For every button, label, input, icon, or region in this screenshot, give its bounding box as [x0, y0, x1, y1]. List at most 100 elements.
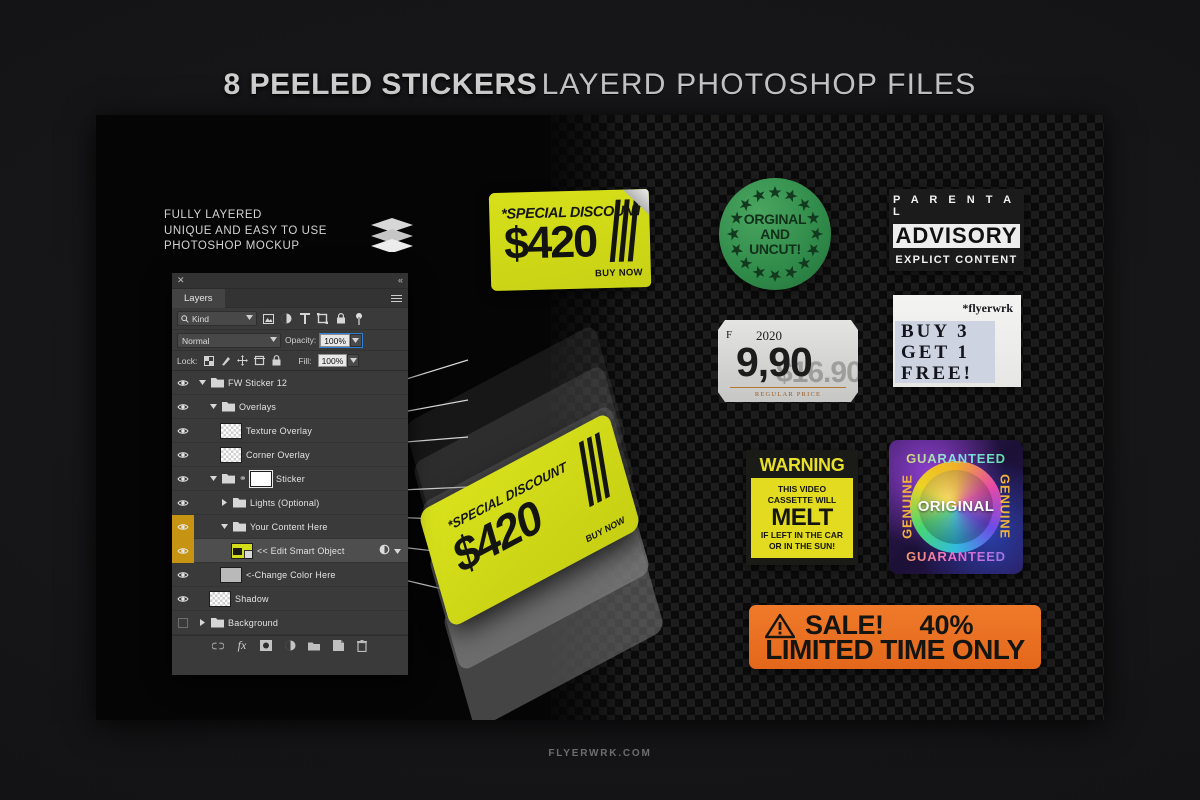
blend-mode-dropdown[interactable]: Normal	[177, 332, 281, 348]
page-title-light: LAYERD PHOTOSHOP FILES	[541, 68, 977, 101]
layer-mask-icon[interactable]	[260, 640, 272, 652]
chevron-down-icon[interactable]	[198, 380, 207, 385]
layer-row-body[interactable]: Overlays	[194, 395, 408, 419]
tab-layers[interactable]: Layers	[172, 289, 225, 308]
layer-row[interactable]: Overlays	[172, 395, 408, 419]
layer-row-body[interactable]: << Edit Smart Object	[194, 539, 408, 563]
layer-visibility-eye-icon[interactable]	[172, 587, 194, 611]
layer-visibility-eye-icon[interactable]	[172, 395, 194, 419]
lock-transparent-icon[interactable]	[203, 355, 214, 366]
link-layers-icon[interactable]	[212, 640, 224, 652]
discount-bars	[609, 199, 639, 262]
layer-row-body[interactable]: Shadow	[194, 587, 408, 611]
chevron-down-icon[interactable]	[209, 476, 218, 481]
layer-row[interactable]: << Edit Smart Object	[172, 538, 408, 563]
layer-mask-thumbnail[interactable]	[249, 469, 273, 488]
close-icon[interactable]: ✕	[177, 276, 185, 285]
chevron-down-icon[interactable]	[220, 524, 229, 529]
layer-name: Texture Overlay	[246, 425, 313, 436]
fill-chevron-icon[interactable]	[347, 354, 360, 367]
page-title: 8 PEELED STICKERS LAYERD PHOTOSHOP FILES	[0, 68, 1200, 102]
panel-menu-icon[interactable]	[391, 295, 402, 304]
warning-line-4: OR IN THE SUN!	[768, 540, 836, 551]
layer-visibility-off-icon[interactable]	[172, 611, 194, 635]
adjustment-layer-icon[interactable]	[284, 640, 296, 652]
layer-row[interactable]: ⚭ Sticker	[172, 467, 408, 491]
lock-position-icon[interactable]	[237, 355, 249, 366]
layer-row[interactable]: Corner Overlay	[172, 443, 408, 467]
chevron-right-icon[interactable]	[220, 499, 229, 506]
layer-row-body[interactable]: <-Change Color Here	[194, 563, 408, 587]
warning-line-3: IF LEFT IN THE CAR	[760, 530, 844, 540]
layer-row-body[interactable]: Texture Overlay	[194, 419, 408, 443]
adjustment-layer-icon[interactable]	[280, 312, 293, 325]
info-line-3: PHOTOSHOP MOCKUP	[164, 240, 300, 252]
fill-value[interactable]: 100%	[317, 354, 348, 367]
layer-visibility-eye-icon[interactable]	[172, 419, 194, 443]
layer-row[interactable]: <-Change Color Here	[172, 563, 408, 587]
lock-artboard-icon[interactable]	[254, 355, 266, 366]
layer-row[interactable]: Texture Overlay	[172, 419, 408, 443]
opacity-label: Opacity:	[285, 335, 317, 345]
layer-visibility-eye-icon[interactable]	[172, 371, 194, 395]
layer-visibility-eye-icon[interactable]	[172, 467, 194, 491]
parental-line-2: ADVISORY	[893, 224, 1020, 248]
layer-row-body[interactable]: Lights (Optional)	[194, 491, 408, 515]
layer-row[interactable]: Background	[172, 611, 408, 635]
layer-row[interactable]: Lights (Optional)	[172, 491, 408, 515]
filter-kind-label: Kind	[192, 313, 210, 324]
layer-row-body[interactable]: Your Content Here	[194, 515, 408, 539]
shape-layer-icon[interactable]	[316, 312, 329, 325]
chevron-down-icon[interactable]	[394, 546, 401, 556]
layer-visibility-eye-icon[interactable]	[172, 514, 194, 539]
filter-kind-dropdown[interactable]: Kind	[177, 311, 257, 326]
collapse-panel-icon[interactable]: «	[398, 276, 403, 285]
new-layer-icon[interactable]	[332, 640, 344, 652]
opacity-value[interactable]: 100%	[320, 333, 350, 347]
layer-row-body[interactable]: FW Sticker 12	[194, 371, 408, 395]
layer-row[interactable]: Shadow	[172, 587, 408, 611]
hologram-bottom-text: GUARANTEED	[889, 549, 1023, 564]
layer-visibility-eye-icon[interactable]	[172, 491, 194, 515]
fill-control[interactable]: 100%	[317, 354, 360, 367]
folder-icon	[233, 521, 246, 532]
mask-link-icon[interactable]: ⚭	[239, 473, 247, 484]
layer-effects-icon[interactable]	[379, 544, 390, 557]
opacity-control[interactable]: 100%	[319, 332, 363, 348]
pixel-layer-icon[interactable]	[262, 312, 275, 325]
layer-style-fx-icon[interactable]: fx	[236, 638, 248, 652]
layer-name: Shadow	[235, 593, 269, 604]
lock-all-icon[interactable]	[271, 355, 282, 366]
layer-row[interactable]: Your Content Here	[172, 514, 408, 539]
new-group-icon[interactable]	[308, 640, 320, 652]
layer-row-body[interactable]: Background	[194, 611, 408, 635]
layer-thumbnail-transparent[interactable]	[220, 422, 242, 439]
lock-image-icon[interactable]	[220, 355, 231, 366]
opacity-chevron-icon[interactable]	[349, 333, 362, 347]
smart-object-icon[interactable]	[334, 312, 347, 325]
layer-thumbnail-transparent[interactable]	[220, 446, 242, 463]
layer-thumbnail-color[interactable]	[220, 566, 242, 583]
layer-visibility-eye-icon[interactable]	[172, 443, 194, 467]
filter-toggle-icon[interactable]	[352, 312, 365, 325]
layer-list[interactable]: FW Sticker 12 Overlays Texture Overlay Corn…	[172, 371, 408, 635]
orginal-and-uncut-sticker: ORGINAL AND UNCUT!	[719, 178, 831, 290]
hologram-top-text: GUARANTEED	[889, 451, 1023, 466]
layer-visibility-eye-icon[interactable]	[172, 538, 194, 563]
layer-name: Your Content Here	[250, 521, 328, 532]
layer-thumbnail-transparent[interactable]	[209, 590, 231, 607]
layer-row[interactable]: FW Sticker 12	[172, 371, 408, 395]
chevron-down-icon[interactable]	[209, 404, 218, 409]
type-layer-icon[interactable]	[298, 312, 311, 325]
chevron-right-icon[interactable]	[198, 619, 207, 626]
photoshop-layers-panel[interactable]: ✕ « Layers Kind Normal Opacity: 100% Loc…	[172, 273, 408, 675]
layer-visibility-eye-icon[interactable]	[172, 563, 194, 587]
layer-row-body[interactable]: Corner Overlay	[194, 443, 408, 467]
layer-row-body[interactable]: ⚭ Sticker	[194, 467, 408, 491]
delete-layer-icon[interactable]	[356, 639, 368, 652]
sale-limited-time-sticker: SALE! 40% LIMITED TIME ONLY	[749, 605, 1041, 669]
info-text-block: FULLY LAYERED UNIQUE AND EASY TO USE PHO…	[164, 208, 327, 255]
smart-object-thumbnail[interactable]	[231, 542, 253, 559]
layer-row-extras	[379, 544, 404, 557]
layer-name: Overlays	[239, 401, 277, 412]
